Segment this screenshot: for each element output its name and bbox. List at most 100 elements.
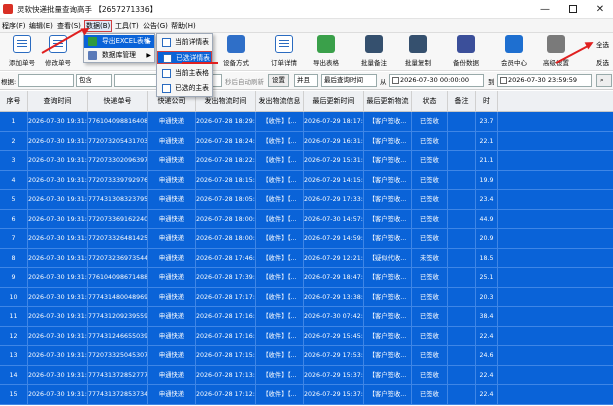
menu-program[interactable]: 程序(F) [1, 20, 27, 32]
menu-edit[interactable]: 编辑(E) [28, 20, 54, 32]
submenu-arrow-icon: ▶ [146, 52, 151, 59]
table-cell: 2026-07-30 19:31:26 [28, 209, 88, 229]
table-cell: 2026-07-30 19:31:27 [28, 326, 88, 346]
table-cell: 【客户签收... [364, 307, 412, 326]
table-cell: 已签收 [412, 190, 448, 209]
table-cell: 25.1 [476, 268, 498, 287]
table-row[interactable]: 132026-07-30 19:31:27772073325045307申通快递… [0, 346, 613, 366]
table-cell: 2026-07-30 07:42:59 [304, 307, 364, 326]
table-cell: 【客户签收... [364, 385, 412, 404]
maximize-button[interactable] [559, 2, 587, 17]
table-cell: 2026-07-29 15:37:45 [304, 365, 364, 385]
backup-data-button[interactable]: 备份数据 [444, 35, 488, 69]
time-field-select[interactable]: 最后查询时间 [321, 74, 377, 87]
table-cell: 2026-07-30 19:31:27 [28, 385, 88, 404]
table-row[interactable]: 32026-07-30 19:31:25772073302096397申通快递2… [0, 151, 613, 171]
table-row[interactable]: 82026-07-30 19:31:27772073236973544申通快递2… [0, 248, 613, 268]
column-header[interactable]: 序号 [0, 91, 28, 112]
table-cell: 【收件】【... [256, 385, 304, 404]
batch-note-button[interactable]: 批量备注 [352, 35, 396, 69]
table-cell [448, 287, 476, 307]
menu-tools[interactable]: 工具(T) [114, 20, 140, 32]
table-cell: 2026-07-28 17:16:46 [196, 307, 256, 326]
database-management-menu-item[interactable]: 数据库管理 ▶ [84, 49, 154, 62]
table-cell: 2026-07-30 19:31:27 [28, 287, 88, 307]
column-header[interactable]: 时 [476, 91, 498, 112]
to-checkbox[interactable] [500, 76, 507, 84]
maximize-icon [569, 5, 577, 13]
from-datetime-input[interactable]: 2026-07-30 00:00:00 [389, 74, 484, 87]
export-table-button[interactable]: 导出表格 [304, 35, 348, 69]
column-header[interactable]: 发出物流信息 [256, 91, 304, 112]
column-header[interactable]: 最后更新时间 [304, 91, 364, 112]
column-header[interactable]: 最后更新物流 [364, 91, 412, 112]
menu-notice[interactable]: 公告(G) [142, 20, 169, 32]
table-cell: 【收件】【... [256, 307, 304, 326]
table-cell: 22.4 [476, 365, 498, 385]
table-row[interactable]: 62026-07-30 19:31:26772073369162240申通快递2… [0, 209, 613, 229]
table-cell: 未签收 [412, 248, 448, 268]
table-row[interactable]: 102026-07-30 19:31:27777431480048969申通快递… [0, 287, 613, 307]
table-cell: 2026-07-28 18:22:49 [196, 151, 256, 170]
table-cell: 申通快递 [148, 307, 196, 326]
settings-button[interactable]: 设置 [268, 74, 289, 87]
table-icon [162, 69, 171, 78]
invert-selection-button[interactable]: 反选 [596, 57, 609, 67]
table-cell: 申通快递 [148, 268, 196, 287]
table-row[interactable]: 122026-07-30 19:31:27777431246655039申通快递… [0, 326, 613, 346]
table-row[interactable]: 52026-07-30 19:31:26777431308323795申通快递2… [0, 190, 613, 210]
auto-refresh-label: 秒后自动刷新 [225, 78, 264, 86]
table-cell [448, 131, 476, 151]
menu-help[interactable]: 帮助(H) [170, 20, 197, 32]
close-button[interactable]: ✕ [586, 2, 613, 17]
table-cell: 【客户签收... [364, 268, 412, 287]
column-header[interactable]: 状态 [412, 91, 448, 112]
table-row[interactable]: 72026-07-30 19:31:27772073326481425申通快递2… [0, 229, 613, 249]
filter-field-select[interactable] [18, 74, 74, 87]
table-cell: 【收件】【... [256, 346, 304, 365]
table-cell: 14 [0, 365, 28, 385]
table-row[interactable]: 142026-07-30 19:31:27777431372852777申通快递… [0, 365, 613, 385]
table-row[interactable]: 22026-07-30 19:31:24772073205431703申通快递2… [0, 131, 613, 151]
table-cell: 申通快递 [148, 326, 196, 346]
to-datetime-input[interactable]: 2026-07-30 23:59:59 [497, 74, 592, 87]
table-cell: 18.5 [476, 248, 498, 268]
table-cell: 已签收 [412, 326, 448, 346]
batch-copy-button[interactable]: 批量复制 [396, 35, 440, 69]
search-icon[interactable]: ⌕ [596, 74, 612, 87]
table-cell: 5 [0, 190, 28, 209]
table-row[interactable]: 92026-07-30 19:31:27776104098671488申通快递2… [0, 268, 613, 288]
member-center-button[interactable]: 会员中心 [492, 35, 536, 69]
table-cell: 2026-07-29 17:53:14 [304, 346, 364, 365]
table-cell: 【收件】【... [256, 112, 304, 131]
filter-match-select[interactable]: 包含 [76, 74, 112, 87]
order-details-button[interactable]: 订单详情 [262, 35, 306, 69]
column-header[interactable]: 快递单号 [88, 91, 148, 112]
device-mode-button[interactable]: 设备方式 [214, 35, 258, 69]
table-cell: 2026-07-28 18:05:50 [196, 190, 256, 209]
table-cell: 24.6 [476, 346, 498, 365]
table-row[interactable]: 112026-07-30 19:31:27777431209239559申通快递… [0, 307, 613, 327]
table-cell: 777431246655039 [88, 326, 148, 346]
from-checkbox[interactable] [392, 76, 399, 84]
table-cell: 772073205431703 [88, 131, 148, 151]
table-row[interactable]: 152026-07-30 19:31:27777431372853734申通快递… [0, 385, 613, 405]
table-cell: 22.4 [476, 326, 498, 346]
minimize-button[interactable]: — [531, 2, 559, 17]
export-selected-main-item[interactable]: 已选的主表 [157, 82, 212, 95]
table-row[interactable]: 42026-07-30 19:31:25772073339792976申通快递2… [0, 170, 613, 190]
table-cell: 申通快递 [148, 346, 196, 365]
export-excel-menu-item[interactable]: 导出EXCEL表格 ▶ [84, 35, 154, 48]
select-all-button[interactable]: 全选 [596, 39, 609, 49]
table-row[interactable]: 12026-07-30 19:31:24776104098816408申通快递2… [0, 112, 613, 132]
table-cell: 772073369162240 [88, 209, 148, 229]
table-cell: 22.1 [476, 131, 498, 151]
table-cell: 44.9 [476, 209, 498, 229]
logic-select[interactable]: 并且 [294, 74, 318, 87]
export-current-detail-item[interactable]: 当前详情表 [157, 36, 212, 49]
export-current-main-item[interactable]: 当前主表格 [157, 67, 212, 80]
column-header[interactable]: 查询时间 [28, 91, 88, 112]
column-header[interactable]: 备注 [448, 91, 476, 112]
table-cell: 已签收 [412, 151, 448, 170]
table-cell: 2026-07-28 18:29:30 [196, 112, 256, 131]
